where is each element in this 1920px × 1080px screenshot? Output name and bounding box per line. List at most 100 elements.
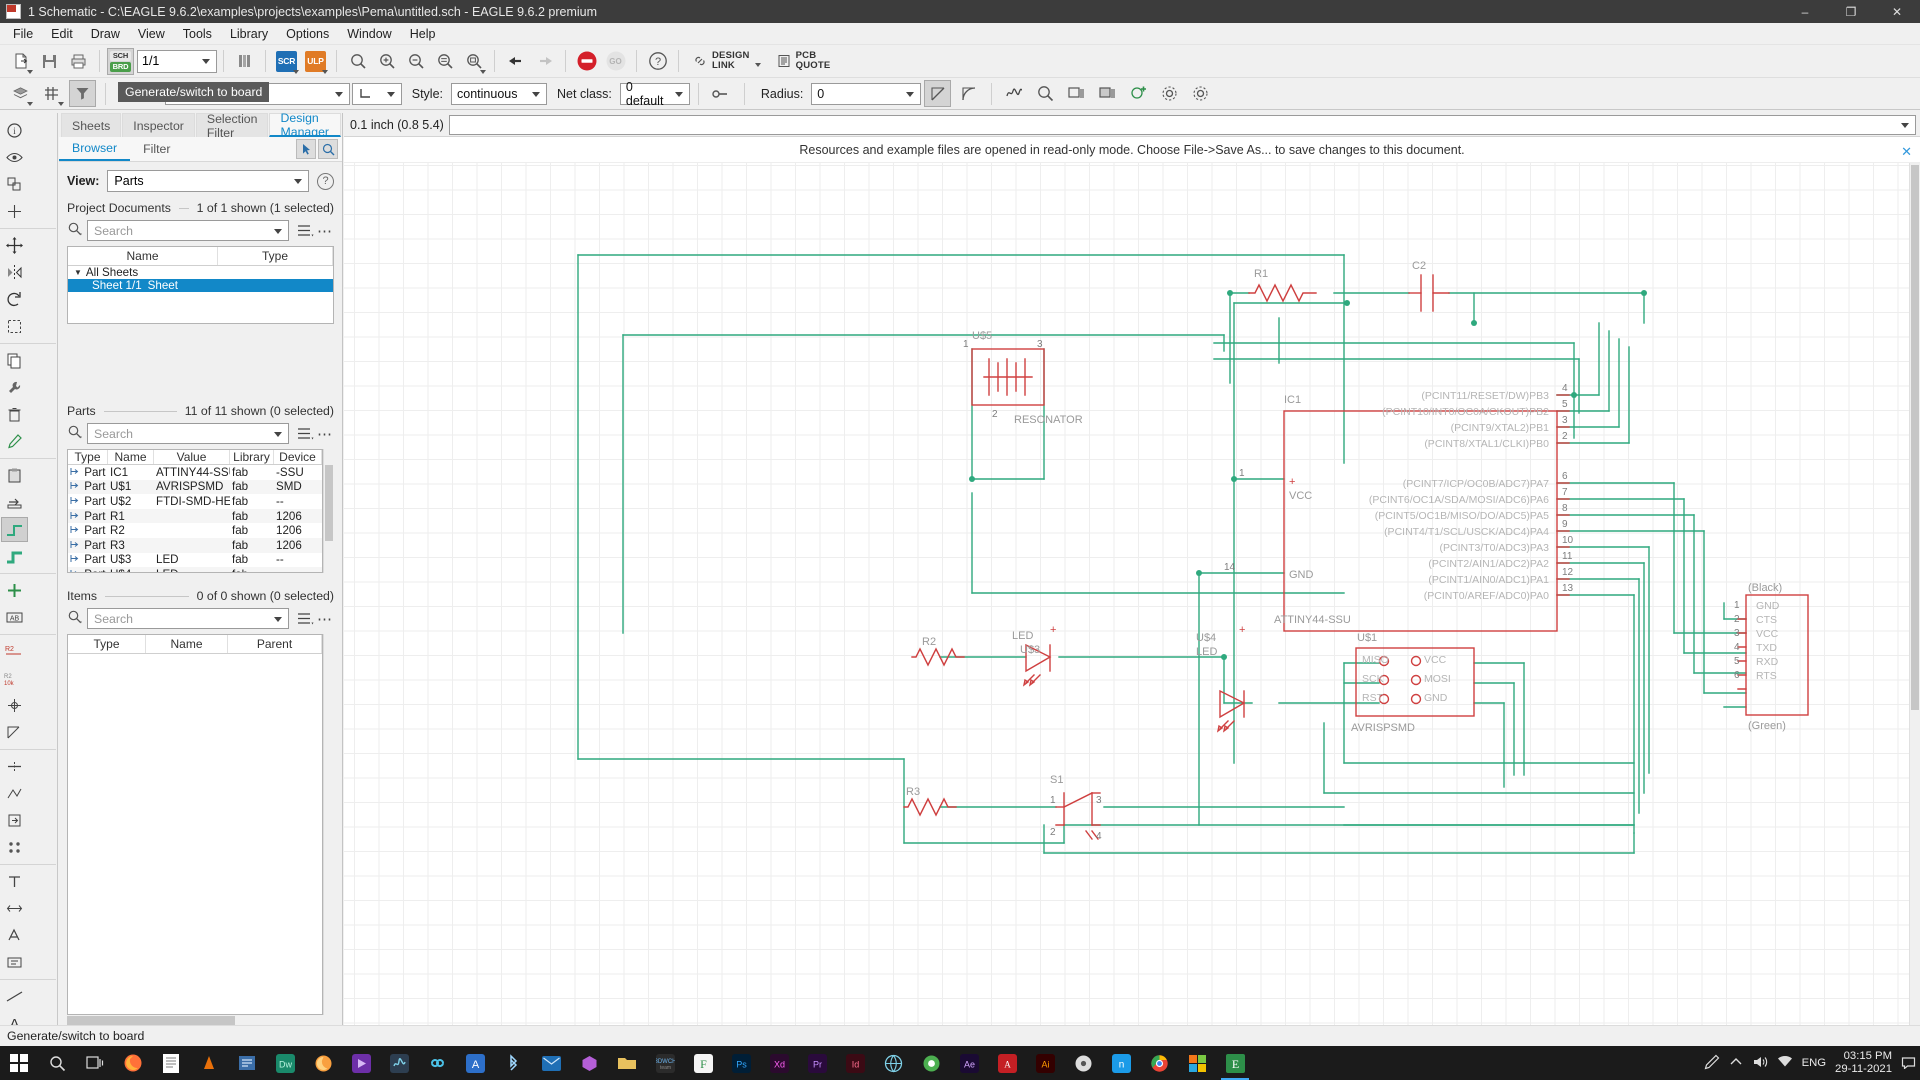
app-icon-globe[interactable] [874,1046,912,1080]
app-icon-infinity[interactable] [418,1046,456,1080]
app-icon-aftereffects[interactable]: Ae [950,1046,988,1080]
key-icon[interactable] [708,80,735,107]
style-selector[interactable]: continuous [451,82,548,105]
radius-input[interactable]: 0 [811,82,922,105]
search-icon[interactable] [67,221,85,240]
app-icon-photoshop[interactable]: Ps [722,1046,760,1080]
search-icon[interactable] [38,1046,76,1080]
smash-icon[interactable] [1,693,28,718]
add-part-icon[interactable] [1125,80,1152,107]
table-row[interactable]: Part U$1 AVRISPSMD fab SMD [68,479,322,495]
col-name[interactable]: Name [146,635,228,653]
line-icon[interactable] [1,984,28,1009]
search-icon[interactable] [67,424,85,443]
clock[interactable]: 03:15 PM 29-11-2021 [1835,1050,1892,1076]
app-icon-indesign[interactable]: Id [836,1046,874,1080]
minimize-button[interactable]: – [1782,0,1828,23]
delete-icon[interactable] [1,402,28,427]
info-icon[interactable]: i [1,118,28,143]
network-icon[interactable] [1777,1055,1793,1072]
app-icon-fusion[interactable]: F [684,1046,722,1080]
new-file-icon[interactable] [7,48,34,75]
drc-settings-icon[interactable] [1156,80,1183,107]
app-icon-disc[interactable] [1064,1046,1102,1080]
board-view-2-icon[interactable] [1094,80,1121,107]
show-hidden-icons-icon[interactable] [1729,1055,1743,1072]
chevron-down-icon[interactable]: ▼ [74,268,82,277]
signal-icon[interactable] [1001,80,1028,107]
app-icon-mail[interactable] [532,1046,570,1080]
app-icon-chrome-alt[interactable] [912,1046,950,1080]
table-row[interactable]: Part IC1 ATTINY44-SSU fab -SSU [68,465,322,480]
close-icon[interactable]: ✕ [1901,144,1912,160]
app-icon-azure[interactable]: A [456,1046,494,1080]
erc-check-icon[interactable] [1032,80,1059,107]
parts-search-input[interactable]: Search [87,423,289,444]
app-icon-cube[interactable] [570,1046,608,1080]
zoom-redraw-icon[interactable] [431,48,458,75]
table-row[interactable]: Part R1 fab 1206 [68,508,322,524]
label-icon[interactable]: AB [1,605,28,630]
copy-icon[interactable] [1,348,28,373]
app-icon-store[interactable] [1178,1046,1216,1080]
parts-table-scrollbar[interactable] [323,449,334,573]
app-icon-notion[interactable]: n [1102,1046,1140,1080]
app-icon-vlc[interactable] [190,1046,228,1080]
app-icon-firefox-2[interactable] [304,1046,342,1080]
app-icon-bluetooth[interactable] [494,1046,532,1080]
table-row[interactable]: Part R3 fab 1206 [68,537,322,553]
run-script-icon[interactable]: SCR [273,48,300,75]
mirror-icon[interactable] [1,260,28,285]
ratsnest-icon[interactable] [1,781,28,806]
col-type[interactable]: Type [218,247,333,265]
schematic-sheet[interactable]: R1 C2 IC1 ATTINY44-SSU + VCC GND 1 14 (P… [344,163,1920,1038]
invoke-icon[interactable] [1,808,28,833]
app-icon-3dwarehouse[interactable]: 3DWCH team [646,1046,684,1080]
value-r2-icon[interactable]: R2 [1,639,28,664]
attribute-icon[interactable] [1,950,28,975]
netclass-selector[interactable]: 0 default [619,80,690,108]
app-icon-acrobat[interactable]: A [988,1046,1026,1080]
rotate-icon[interactable] [1,287,28,312]
miter-straight-icon[interactable] [924,80,952,107]
col-type[interactable]: Type [68,450,108,464]
paste-icon[interactable] [1,463,28,488]
start-button-icon[interactable] [0,1046,38,1080]
menu-view[interactable]: View [129,24,174,44]
text-tool-left-icon[interactable] [1,869,28,894]
grid-icon[interactable] [38,80,65,107]
stop-icon[interactable] [573,48,600,75]
replace-icon[interactable] [1,490,28,515]
close-button[interactable]: ✕ [1874,0,1920,23]
app-icon-dreamweaver[interactable]: Dw [266,1046,304,1080]
app-icon-firefox[interactable] [114,1046,152,1080]
language-indicator[interactable]: ENG [1802,1057,1826,1069]
miter-round-icon[interactable] [955,80,982,107]
table-row[interactable]: PartU$2 FTDI-SMD-HE…fab -- [68,494,322,509]
menu-library[interactable]: Library [221,24,277,44]
command-line-input[interactable] [449,114,1916,135]
app-icon-word[interactable] [152,1046,190,1080]
sheet-selector[interactable]: 1/1 [137,49,217,73]
miter-tool-icon[interactable] [1,720,28,745]
value-10k-icon[interactable]: R2 10k [1,666,28,691]
tab-sheets[interactable]: Sheets [61,113,122,137]
add-symbol-icon[interactable] [1,578,28,603]
items-search-input[interactable]: Search [87,608,289,629]
list-options-icon[interactable] [295,220,316,241]
display-layers-icon[interactable] [1,172,28,197]
col-name[interactable]: Name [108,450,154,464]
filter-icon[interactable] [69,80,96,107]
app-icon-illustrator[interactable]: Ai [1026,1046,1064,1080]
help-icon[interactable]: ? [317,172,334,190]
bus-icon[interactable] [1,544,28,569]
mark-icon[interactable] [1,199,28,224]
maximize-button[interactable]: ❐ [1828,0,1874,23]
tab-design-manager[interactable]: Design Manager [269,111,341,139]
table-row[interactable]: ▼ All Sheets [68,266,333,279]
table-row[interactable]: Part U$3 LED fab -- [68,553,322,568]
zoom-select-icon[interactable] [460,48,487,75]
col-value[interactable]: Value [154,450,230,464]
volume-icon[interactable] [1752,1055,1768,1072]
list-options-icon[interactable] [295,423,316,444]
